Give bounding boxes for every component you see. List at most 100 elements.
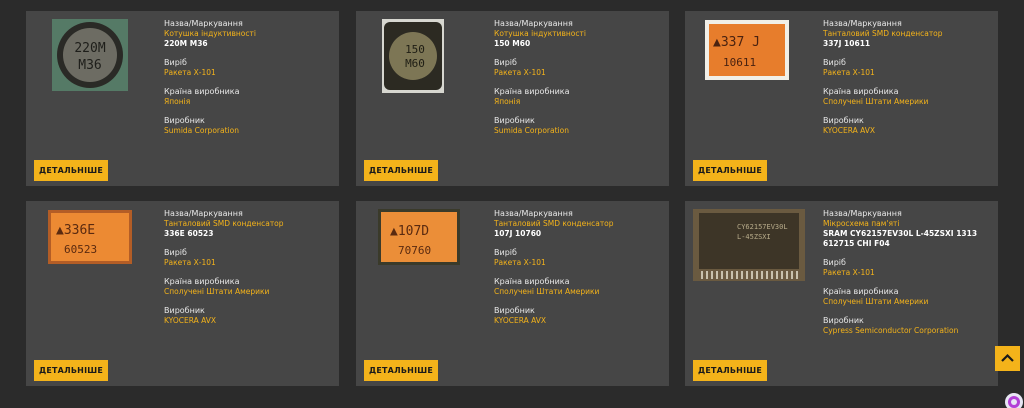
product-marking: 336E 60523 <box>164 229 214 238</box>
product-marking: 220M M36 <box>164 39 208 48</box>
product-country[interactable]: Японія <box>164 97 334 107</box>
name-label: Назва/Маркування <box>494 19 573 28</box>
product-country[interactable]: Сполучені Штати Америки <box>823 97 993 107</box>
details-button[interactable]: ДЕТАЛЬНІШЕ <box>693 160 767 181</box>
product-type[interactable]: Мікросхема пам'яті <box>823 219 993 229</box>
chat-icon <box>1008 396 1020 408</box>
country-label: Країна виробника <box>494 87 570 96</box>
capacitor-image: ▲337 J 10611 <box>705 20 789 80</box>
product-type[interactable]: Котушка індуктивності <box>164 29 334 39</box>
maker-label: Виробник <box>823 316 864 325</box>
product-marking: 337J 10611 <box>823 39 871 48</box>
country-label: Країна виробника <box>164 277 240 286</box>
product-maker[interactable]: Sumida Corporation <box>164 126 334 136</box>
svg-text:M60: M60 <box>405 57 425 70</box>
country-label: Країна виробника <box>494 277 570 286</box>
country-label: Країна виробника <box>164 87 240 96</box>
inductor-image: 220M M36 <box>52 19 128 91</box>
details-button[interactable]: ДЕТАЛЬНІШЕ <box>34 160 108 181</box>
product-type[interactable]: Танталовий SMD конденсатор <box>494 219 664 229</box>
svg-text:M36: M36 <box>78 58 101 73</box>
product-card: ▲107D 70760 Назва/Маркування Танталовий … <box>356 201 669 386</box>
product-card: 220M M36 Назва/Маркування Котушка індукт… <box>26 11 339 186</box>
product-info: Назва/Маркування Танталовий SMD конденса… <box>164 209 334 326</box>
name-label: Назва/Маркування <box>494 209 573 218</box>
name-label: Назва/Маркування <box>823 209 902 218</box>
details-button[interactable]: ДЕТАЛЬНІШЕ <box>34 360 108 381</box>
details-button[interactable]: ДЕТАЛЬНІШЕ <box>693 360 767 381</box>
product-label: Виріб <box>823 258 846 267</box>
product-info: Назва/Маркування Котушка індуктивності 1… <box>494 19 664 136</box>
maker-label: Виробник <box>494 116 535 125</box>
maker-label: Виробник <box>823 116 864 125</box>
product-country[interactable]: Сполучені Штати Америки <box>164 287 334 297</box>
country-label: Країна виробника <box>823 87 899 96</box>
product-type[interactable]: Танталовий SMD конденсатор <box>164 219 334 229</box>
product-country[interactable]: Сполучені Штати Америки <box>823 297 993 307</box>
svg-text:CY62157EV30L: CY62157EV30L <box>737 223 788 231</box>
name-label: Назва/Маркування <box>164 19 243 28</box>
product-maker[interactable]: KYOCERA AVX <box>494 316 664 326</box>
product-weapon[interactable]: Ракета Х-101 <box>494 68 664 78</box>
product-maker[interactable]: Cypress Semiconductor Corporation <box>823 326 993 336</box>
product-image-capacitor[interactable]: ▲337 J 10611 <box>705 20 789 80</box>
product-image-capacitor[interactable]: ▲336E 60523 <box>48 210 132 264</box>
product-image-chip[interactable]: CY62157EV30L L-45ZSXI <box>693 209 805 281</box>
product-weapon[interactable]: Ракета Х-101 <box>164 258 334 268</box>
product-info: Назва/Маркування Котушка індуктивності 2… <box>164 19 334 136</box>
country-label: Країна виробника <box>823 287 899 296</box>
product-weapon[interactable]: Ракета Х-101 <box>164 68 334 78</box>
svg-text:▲336E: ▲336E <box>56 223 95 238</box>
product-maker[interactable]: KYOCERA AVX <box>164 316 334 326</box>
capacitor-image: ▲336E 60523 <box>48 210 132 264</box>
capacitor-image: ▲107D 70760 <box>378 209 460 265</box>
product-card: ▲337 J 10611 Назва/Маркування Танталовий… <box>685 11 998 186</box>
product-country[interactable]: Японія <box>494 97 664 107</box>
svg-text:150: 150 <box>405 43 425 56</box>
product-label: Виріб <box>164 248 187 257</box>
chat-widget-button[interactable] <box>1005 393 1023 408</box>
product-marking: 107J 10760 <box>494 229 542 238</box>
maker-label: Виробник <box>494 306 535 315</box>
name-label: Назва/Маркування <box>823 19 902 28</box>
product-image-inductor[interactable]: 150 M60 <box>382 19 444 93</box>
svg-text:60523: 60523 <box>64 243 97 256</box>
product-type[interactable]: Танталовий SMD конденсатор <box>823 29 993 39</box>
details-button[interactable]: ДЕТАЛЬНІШЕ <box>364 160 438 181</box>
svg-text:70760: 70760 <box>398 244 431 257</box>
maker-label: Виробник <box>164 306 205 315</box>
product-image-inductor[interactable]: 220M M36 <box>52 19 128 91</box>
product-card: 150 M60 Назва/Маркування Котушка індукти… <box>356 11 669 186</box>
product-marking: 150 M60 <box>494 39 531 48</box>
product-weapon[interactable]: Ракета Х-101 <box>823 268 993 278</box>
product-card: CY62157EV30L L-45ZSXI Назва/Маркування М… <box>685 201 998 386</box>
svg-text:220M: 220M <box>74 41 105 56</box>
product-info: Назва/Маркування Танталовий SMD конденса… <box>494 209 664 326</box>
product-label: Виріб <box>494 248 517 257</box>
product-maker[interactable]: Sumida Corporation <box>494 126 664 136</box>
product-card: ▲336E 60523 Назва/Маркування Танталовий … <box>26 201 339 386</box>
details-button[interactable]: ДЕТАЛЬНІШЕ <box>364 360 438 381</box>
product-image-capacitor[interactable]: ▲107D 70760 <box>378 209 460 265</box>
product-maker[interactable]: KYOCERA AVX <box>823 126 993 136</box>
product-label: Виріб <box>164 58 187 67</box>
product-weapon[interactable]: Ракета Х-101 <box>823 68 993 78</box>
svg-text:10611: 10611 <box>723 56 756 69</box>
product-info: Назва/Маркування Мікросхема пам'яті SRAM… <box>823 209 993 336</box>
name-label: Назва/Маркування <box>164 209 243 218</box>
chevron-up-icon <box>1001 353 1014 362</box>
product-marking: SRAM CY62157EV30L L-45ZSXI 1313 612715 C… <box>823 229 978 248</box>
svg-text:▲107D: ▲107D <box>390 224 429 239</box>
scroll-to-top-button[interactable] <box>995 346 1020 371</box>
product-weapon[interactable]: Ракета Х-101 <box>494 258 664 268</box>
maker-label: Виробник <box>164 116 205 125</box>
svg-text:L-45ZSXI: L-45ZSXI <box>737 233 771 241</box>
product-label: Виріб <box>494 58 517 67</box>
inductor-image: 150 M60 <box>382 19 444 93</box>
product-type[interactable]: Котушка індуктивності <box>494 29 664 39</box>
product-label: Виріб <box>823 58 846 67</box>
product-info: Назва/Маркування Танталовий SMD конденса… <box>823 19 993 136</box>
chip-image: CY62157EV30L L-45ZSXI <box>693 209 805 281</box>
product-country[interactable]: Сполучені Штати Америки <box>494 287 664 297</box>
svg-text:▲337 J: ▲337 J <box>713 35 760 50</box>
